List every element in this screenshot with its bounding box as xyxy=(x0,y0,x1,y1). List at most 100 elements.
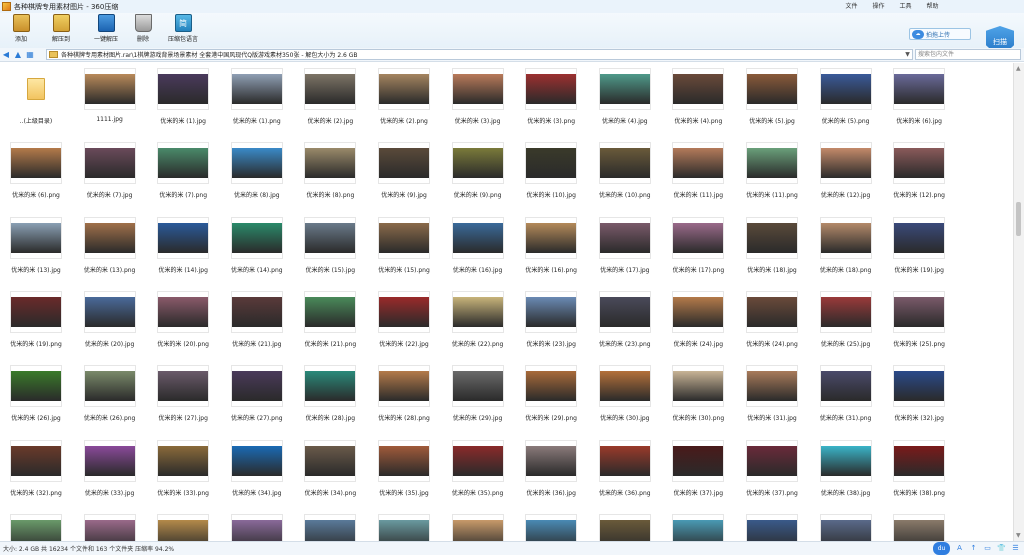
file-item[interactable]: 优米的米 (7).jpg xyxy=(80,137,140,209)
file-item[interactable]: 1111.jpg xyxy=(80,63,140,135)
upload-arrow-icon[interactable]: ↑ xyxy=(969,544,978,553)
file-item[interactable] xyxy=(521,509,581,541)
file-item[interactable]: 优米的米 (2).png xyxy=(374,63,434,135)
file-item[interactable]: 优米的米 (1).jpg xyxy=(153,63,213,135)
file-item[interactable]: 优米的米 (34).jpg xyxy=(227,435,287,507)
file-item[interactable]: 优米的米 (5).png xyxy=(816,63,876,135)
file-item[interactable] xyxy=(889,509,949,541)
vertical-scrollbar[interactable]: ▲ ▼ xyxy=(1013,63,1024,541)
file-item[interactable]: 优米的米 (32).png xyxy=(6,435,66,507)
scrollbar-thumb[interactable] xyxy=(1016,202,1021,236)
file-item[interactable]: 优米的米 (31).jpg xyxy=(742,360,802,432)
file-item[interactable]: 优米的米 (37).jpg xyxy=(668,435,728,507)
file-item[interactable]: 优米的米 (8).png xyxy=(300,137,360,209)
file-item[interactable]: 优米的米 (22).jpg xyxy=(374,286,434,358)
file-item[interactable]: 优米的米 (13).jpg xyxy=(6,212,66,284)
file-item[interactable]: 优米的米 (24).jpg xyxy=(668,286,728,358)
upload-button[interactable]: ☁ 拍拖上传 xyxy=(909,28,971,40)
file-item[interactable]: 优米的米 (9).png xyxy=(448,137,508,209)
file-item[interactable]: 优米的米 (18).png xyxy=(816,212,876,284)
file-item[interactable]: 优米的米 (29).png xyxy=(521,360,581,432)
file-item[interactable]: 优米的米 (25).jpg xyxy=(816,286,876,358)
file-item[interactable]: 优米的米 (11).png xyxy=(742,137,802,209)
file-item[interactable]: 优米的米 (38).jpg xyxy=(816,435,876,507)
file-item[interactable]: 优米的米 (5).jpg xyxy=(742,63,802,135)
menu-action[interactable]: 操作 xyxy=(865,1,892,12)
delete-button[interactable]: 删除 xyxy=(129,14,157,47)
skin-icon[interactable]: 👕 xyxy=(997,544,1006,553)
file-item[interactable]: 优米的米 (33).png xyxy=(153,435,213,507)
one-click-extract-button[interactable]: 一键解压 xyxy=(88,14,124,47)
file-item[interactable]: 优米的米 (32).jpg xyxy=(889,360,949,432)
file-item[interactable]: 优米的米 (12).jpg xyxy=(816,137,876,209)
file-item[interactable]: 优米的米 (28).jpg xyxy=(300,360,360,432)
file-item[interactable]: 优米的米 (11).jpg xyxy=(668,137,728,209)
file-item[interactable]: 优米的米 (37).png xyxy=(742,435,802,507)
file-item[interactable]: 优米的米 (20).jpg xyxy=(80,286,140,358)
file-item[interactable]: 优米的米 (6).jpg xyxy=(889,63,949,135)
file-item[interactable]: 优米的米 (30).png xyxy=(668,360,728,432)
file-item[interactable]: 优米的米 (33).jpg xyxy=(80,435,140,507)
path-field[interactable]: 各种棋牌专用素材图片.rar\1棋牌游戏背景场景素材 全套港中国风现代Q版游戏素… xyxy=(46,49,913,60)
add-button[interactable]: 添加 xyxy=(6,14,36,47)
file-item[interactable]: 优米的米 (15).png xyxy=(374,212,434,284)
window-icon[interactable]: ▭ xyxy=(983,544,992,553)
back-arrow-icon[interactable]: ◀ xyxy=(0,49,12,61)
menu-file[interactable]: 文件 xyxy=(838,1,865,12)
file-item[interactable]: 优米的米 (23).jpg xyxy=(521,286,581,358)
file-item[interactable]: 优米的米 (4).png xyxy=(668,63,728,135)
file-item[interactable]: 优米的米 (19).jpg xyxy=(889,212,949,284)
file-item[interactable]: 优米的米 (3).jpg xyxy=(448,63,508,135)
file-item[interactable]: 优米的米 (6).png xyxy=(6,137,66,209)
menu-icon[interactable]: ☰ xyxy=(1011,544,1020,553)
file-item[interactable]: 优米的米 (18).jpg xyxy=(742,212,802,284)
file-item[interactable] xyxy=(6,509,66,541)
file-item[interactable]: 优米的米 (17).png xyxy=(668,212,728,284)
file-item[interactable] xyxy=(742,509,802,541)
file-item[interactable]: 优米的米 (27).png xyxy=(227,360,287,432)
file-item[interactable]: 优米的米 (14).png xyxy=(227,212,287,284)
file-item[interactable]: 优米的米 (21).jpg xyxy=(227,286,287,358)
file-item[interactable]: 优米的米 (16).jpg xyxy=(448,212,508,284)
chevron-down-icon[interactable]: ▼ xyxy=(903,50,912,59)
file-item[interactable]: 优米的米 (8).jpg xyxy=(227,137,287,209)
file-item[interactable]: 优米的米 (36).jpg xyxy=(521,435,581,507)
file-item[interactable]: 优米的米 (19).png xyxy=(6,286,66,358)
file-item[interactable]: 优米的米 (29).jpg xyxy=(448,360,508,432)
file-item[interactable] xyxy=(595,509,655,541)
file-item[interactable] xyxy=(300,509,360,541)
file-item[interactable] xyxy=(374,509,434,541)
file-item[interactable] xyxy=(80,509,140,541)
view-mode-icon[interactable]: ▦ xyxy=(24,49,36,61)
file-item[interactable]: 优米的米 (9).jpg xyxy=(374,137,434,209)
file-item[interactable]: 优米的米 (27).jpg xyxy=(153,360,213,432)
file-item[interactable]: 优米的米 (14).jpg xyxy=(153,212,213,284)
file-item[interactable]: 优米的米 (35).png xyxy=(448,435,508,507)
file-item[interactable] xyxy=(816,509,876,541)
file-item[interactable] xyxy=(668,509,728,541)
file-item[interactable]: 优米的米 (2).jpg xyxy=(300,63,360,135)
file-item[interactable]: 优米的米 (26).png xyxy=(80,360,140,432)
scroll-up-icon[interactable]: ▲ xyxy=(1016,65,1021,72)
file-item[interactable]: 优米的米 (35).jpg xyxy=(374,435,434,507)
file-item[interactable]: 优米的米 (17).jpg xyxy=(595,212,655,284)
up-level-icon[interactable]: ▲ xyxy=(12,49,24,61)
file-item[interactable]: 优米的米 (26).jpg xyxy=(6,360,66,432)
file-item[interactable]: 优米的米 (12).png xyxy=(889,137,949,209)
file-item[interactable]: 优米的米 (1).png xyxy=(227,63,287,135)
menu-tools[interactable]: 工具 xyxy=(892,1,919,12)
scroll-down-icon[interactable]: ▼ xyxy=(1016,532,1021,539)
search-input[interactable]: 搜索包内文件 xyxy=(915,49,1021,60)
file-item[interactable]: 优米的米 (24).png xyxy=(742,286,802,358)
file-item[interactable]: 优米的米 (7).png xyxy=(153,137,213,209)
file-item[interactable]: 优米的米 (28).png xyxy=(374,360,434,432)
file-item[interactable]: 优米的米 (3).png xyxy=(521,63,581,135)
file-item[interactable]: 优米的米 (23).png xyxy=(595,286,655,358)
file-item[interactable]: 优米的米 (13).png xyxy=(80,212,140,284)
file-item[interactable]: 优米的米 (30).jpg xyxy=(595,360,655,432)
menu-help[interactable]: 帮助 xyxy=(919,1,946,12)
file-item[interactable]: 优米的米 (38).png xyxy=(889,435,949,507)
file-item[interactable]: 优米的米 (34).png xyxy=(300,435,360,507)
extract-to-button[interactable]: 解压到 xyxy=(46,14,76,47)
file-item[interactable]: 优米的米 (4).jpg xyxy=(595,63,655,135)
